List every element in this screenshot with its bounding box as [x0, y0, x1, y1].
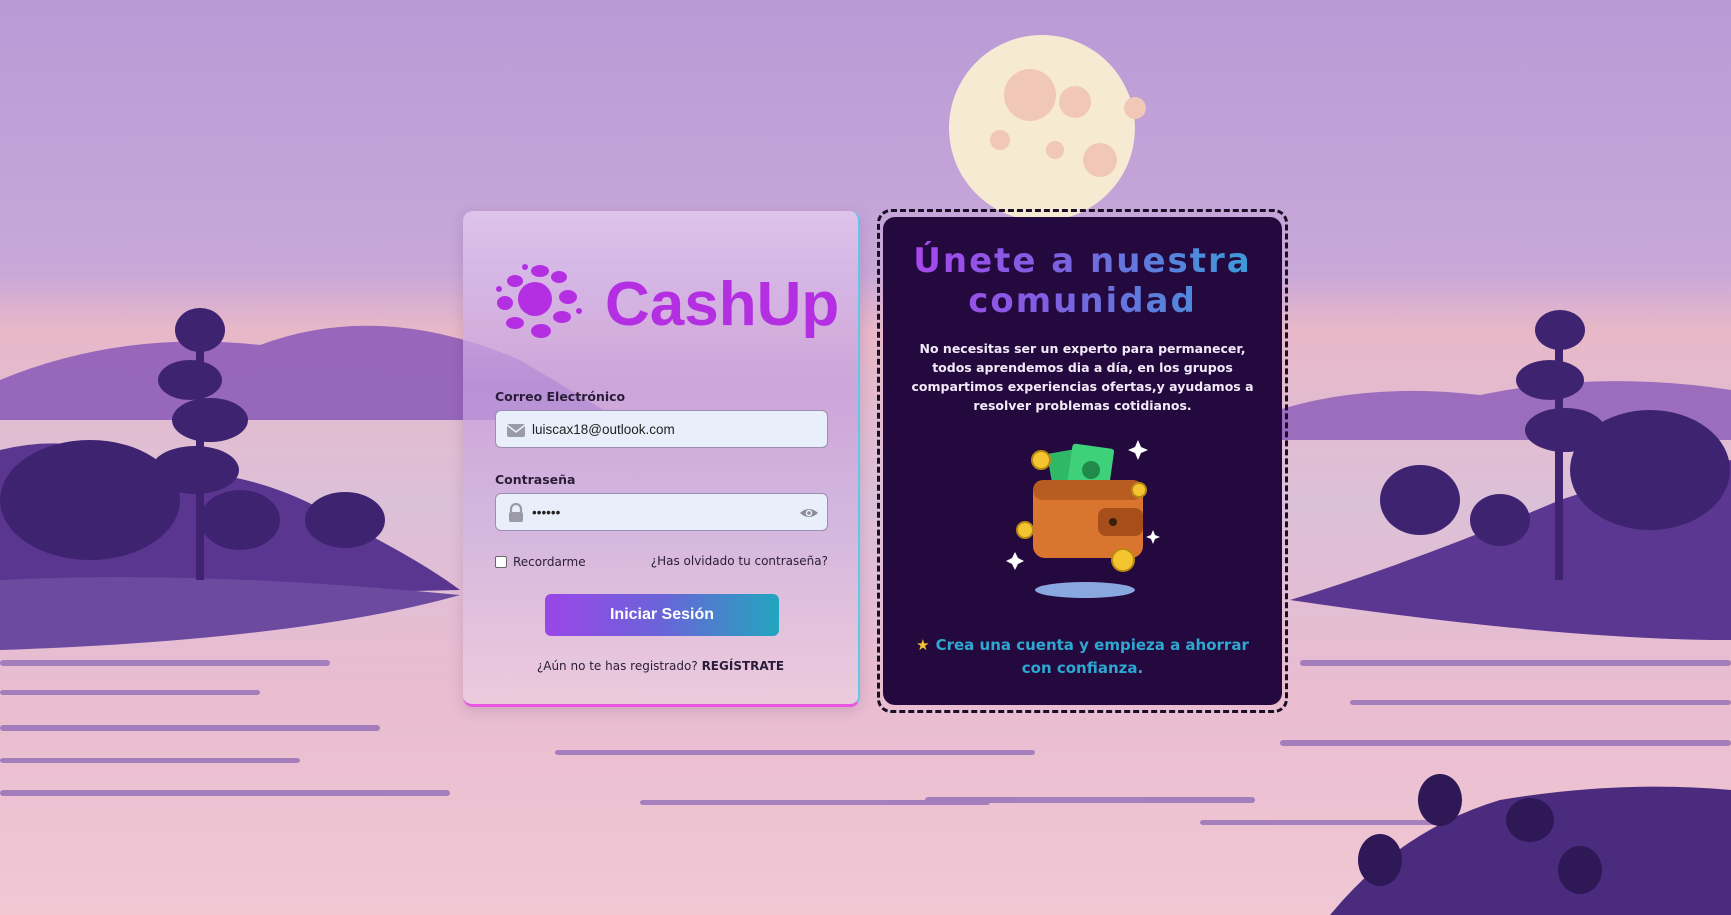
wallet-money-icon: [1006, 440, 1160, 598]
community-title: Únete a nuestra comunidad: [883, 241, 1282, 321]
register-line: ¿Aún no te has registrado? REGÍSTRATE: [463, 659, 858, 673]
login-button[interactable]: Iniciar Sesión: [545, 594, 779, 636]
call-to-action: ★ Crea una cuenta y empieza a ahorrar con…: [903, 634, 1262, 680]
password-field[interactable]: ••••••: [495, 493, 828, 531]
remember-checkbox[interactable]: [495, 556, 507, 568]
brand: CashUp: [495, 261, 845, 345]
star-icon: ★: [916, 636, 930, 654]
landscape-illustration: [0, 35, 1731, 915]
brand-name: CashUp: [605, 270, 840, 339]
remember-label: Recordarme: [513, 555, 586, 569]
email-field[interactable]: luiscax18@outlook.com: [495, 410, 828, 448]
password-value: ••••••: [532, 505, 561, 520]
register-link[interactable]: REGÍSTRATE: [702, 659, 785, 673]
password-label: Contraseña: [495, 472, 576, 487]
cta-text: Crea una cuenta y empieza a ahorrar con …: [935, 636, 1249, 677]
moon: [949, 35, 1135, 221]
cashup-logo-icon: [496, 264, 582, 338]
envelope-icon: [506, 424, 526, 437]
background-scenery: [0, 0, 1731, 915]
community-card: Únete a nuestra comunidad No necesitas s…: [883, 217, 1282, 705]
show-password-eye-icon[interactable]: [799, 503, 819, 523]
forgot-password-link[interactable]: ¿Has olvidado tu contraseña?: [651, 554, 828, 568]
remember-me[interactable]: Recordarme: [495, 553, 586, 571]
register-prompt: ¿Aún no te has registrado?: [536, 659, 698, 673]
community-description: No necesitas ser un experto para permane…: [911, 341, 1254, 413]
lock-icon: [509, 503, 523, 522]
email-label: Correo Electrónico: [495, 389, 626, 404]
login-card: CashUp Correo Electrónico luiscax18@outl…: [463, 211, 860, 707]
email-value: luiscax18@outlook.com: [532, 422, 675, 437]
